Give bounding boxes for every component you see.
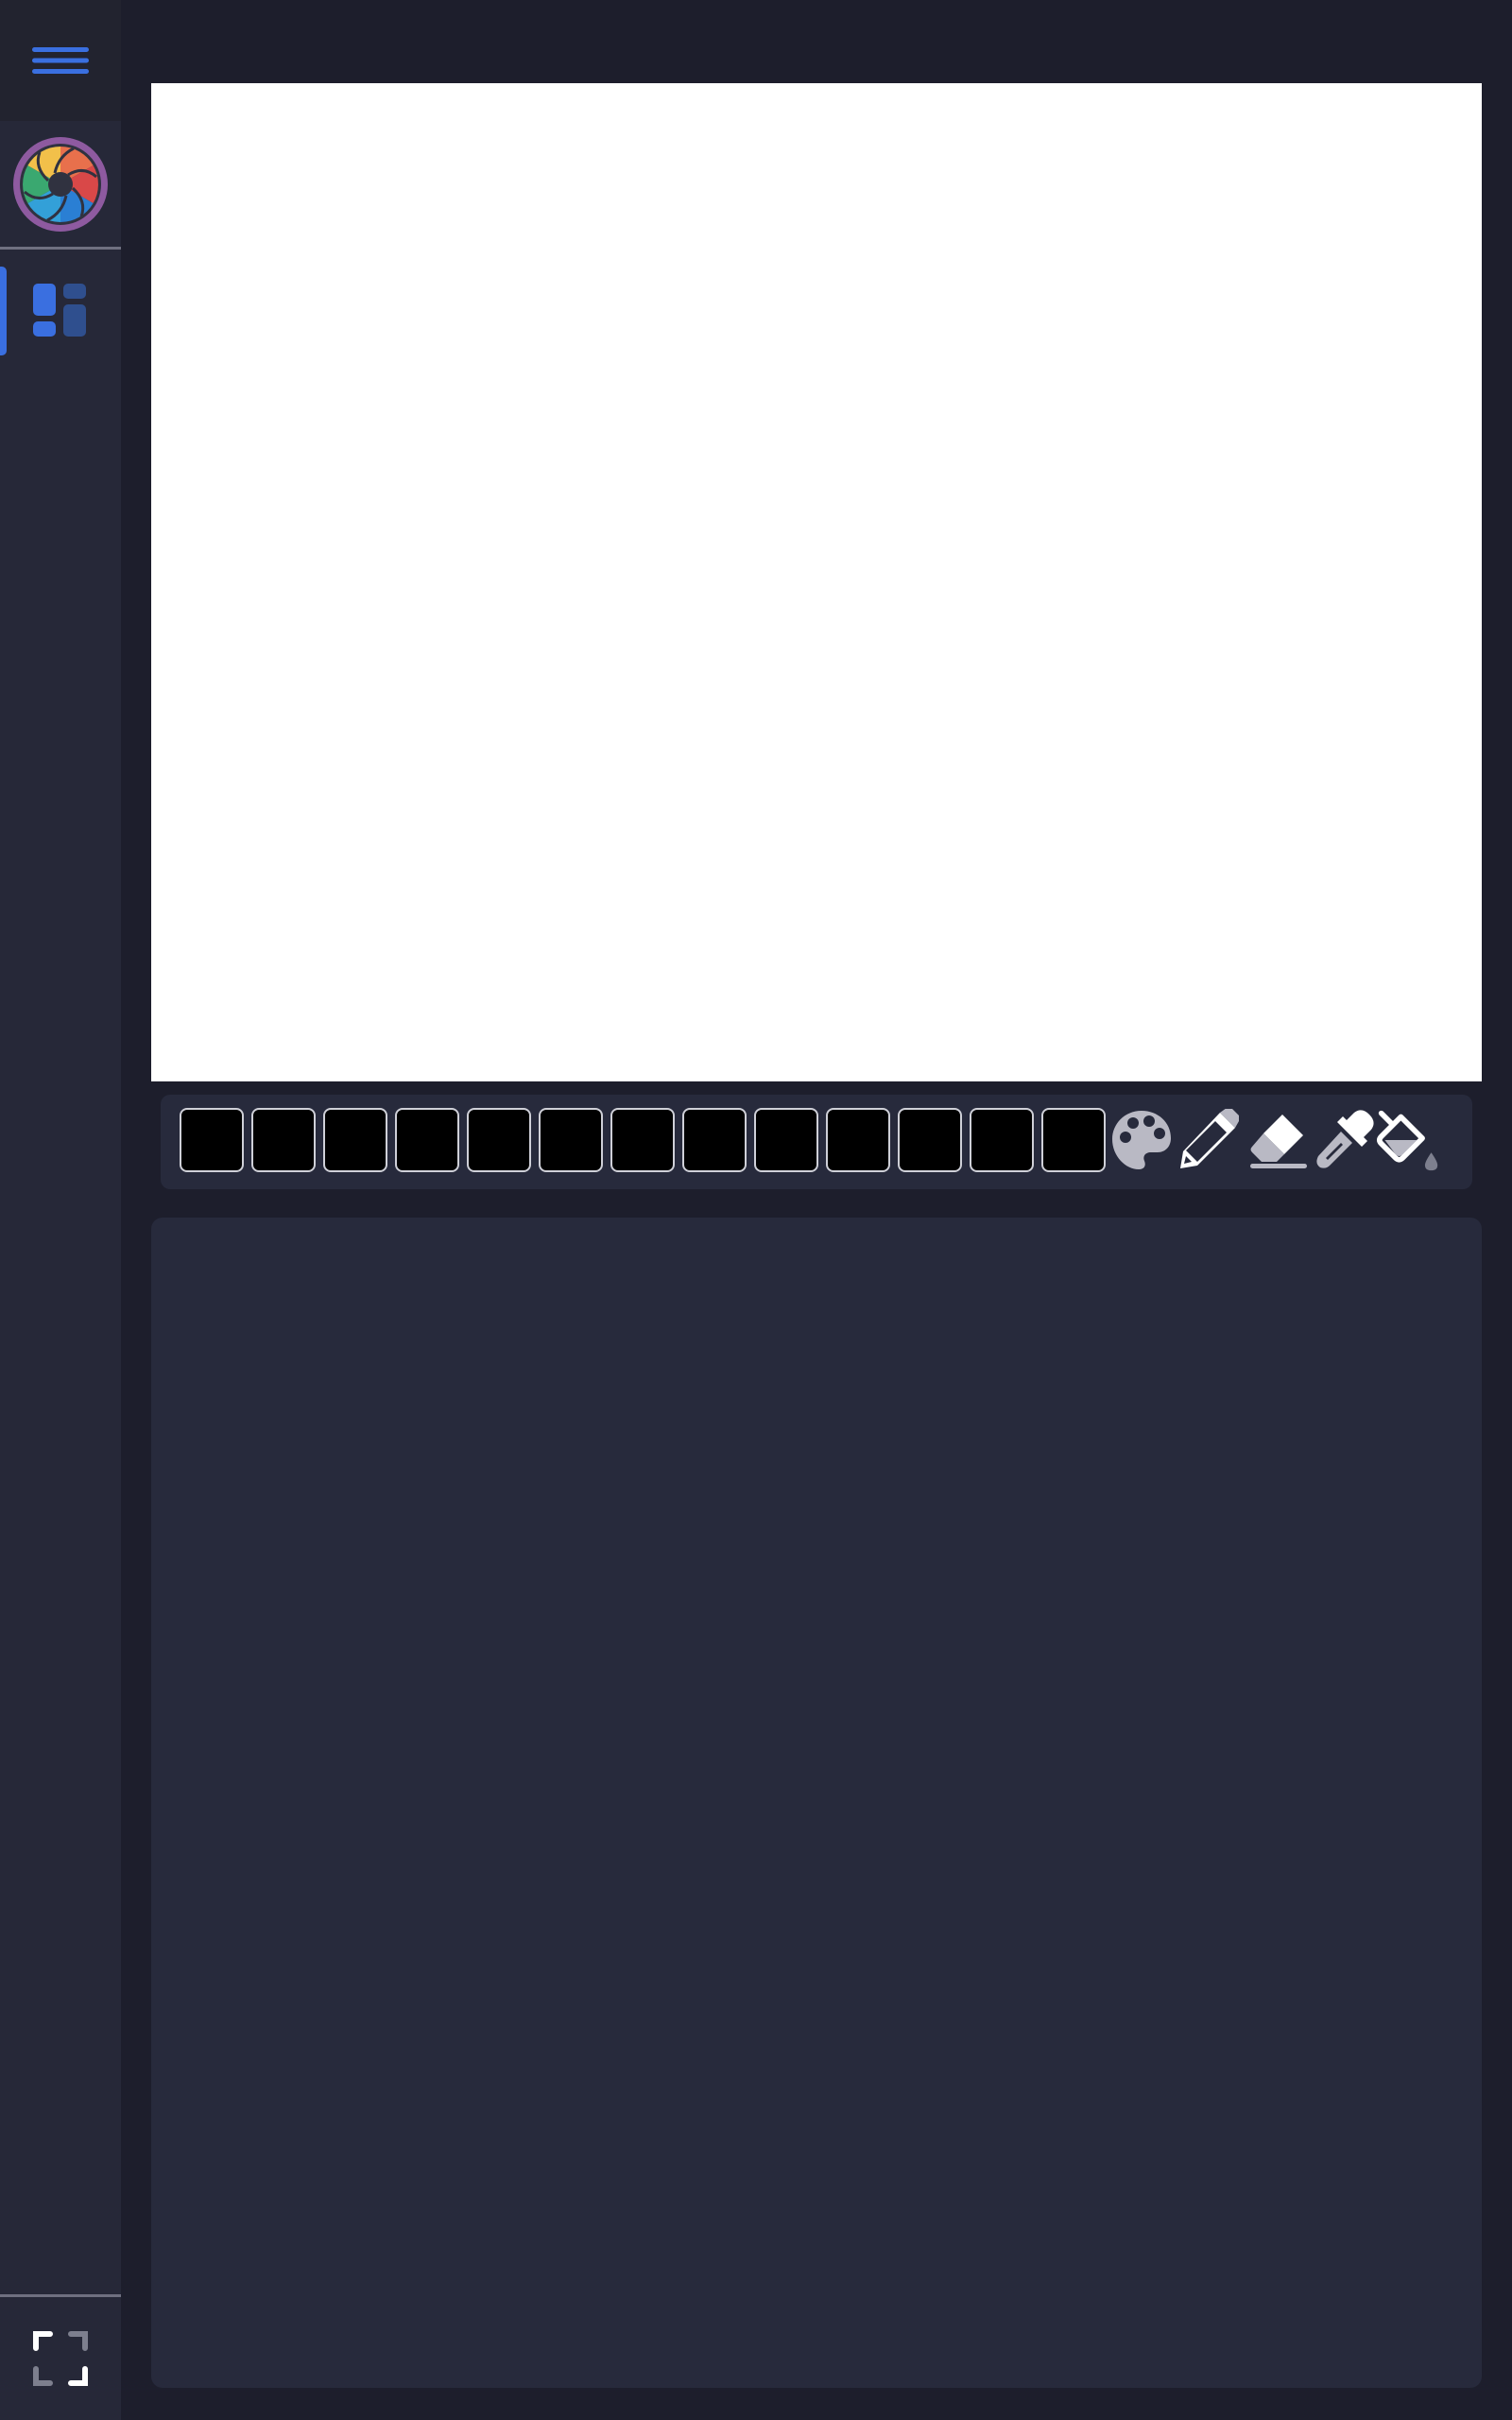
palette-button[interactable] bbox=[1109, 1106, 1174, 1174]
color-swatch-6[interactable] bbox=[539, 1108, 603, 1172]
color-swatch-10[interactable] bbox=[826, 1108, 890, 1172]
camera-aperture-logo[interactable] bbox=[11, 135, 110, 233]
color-swatch-7[interactable] bbox=[610, 1108, 675, 1172]
fullscreen-icon bbox=[33, 2331, 88, 2386]
color-swatch-9[interactable] bbox=[754, 1108, 818, 1172]
pencil-button[interactable] bbox=[1176, 1106, 1240, 1174]
eyedropper-button[interactable] bbox=[1312, 1106, 1376, 1174]
color-swatch-4[interactable] bbox=[395, 1108, 459, 1172]
sidebar bbox=[0, 0, 121, 2420]
fill-button[interactable] bbox=[1376, 1106, 1440, 1174]
drawing-toolbar bbox=[161, 1095, 1472, 1189]
color-swatch-8[interactable] bbox=[682, 1108, 747, 1172]
pencil-icon bbox=[1180, 1109, 1239, 1168]
fullscreen-button[interactable] bbox=[0, 2307, 121, 2411]
eraser-button[interactable] bbox=[1246, 1106, 1310, 1174]
color-swatch-11[interactable] bbox=[898, 1108, 962, 1172]
sidebar-item-dashboard[interactable] bbox=[0, 267, 121, 355]
hamburger-menu-icon bbox=[32, 47, 89, 74]
color-swatch-2[interactable] bbox=[251, 1108, 316, 1172]
sidebar-divider-top bbox=[0, 247, 121, 250]
color-swatch-13[interactable] bbox=[1041, 1108, 1106, 1172]
color-swatch-5[interactable] bbox=[467, 1108, 531, 1172]
color-swatch-3[interactable] bbox=[323, 1108, 387, 1172]
drawing-canvas[interactable] bbox=[151, 83, 1482, 1081]
menu-button[interactable] bbox=[0, 0, 121, 121]
dashboard-icon bbox=[33, 284, 86, 337]
content-panel bbox=[151, 1218, 1482, 2388]
fill-bucket-icon bbox=[1376, 1110, 1438, 1171]
sidebar-divider-bottom bbox=[0, 2294, 121, 2297]
eyedropper-icon bbox=[1316, 1110, 1374, 1168]
palette-icon bbox=[1112, 1111, 1171, 1169]
eraser-icon bbox=[1250, 1115, 1307, 1168]
color-swatch-12[interactable] bbox=[970, 1108, 1034, 1172]
color-swatch-1[interactable] bbox=[180, 1108, 244, 1172]
